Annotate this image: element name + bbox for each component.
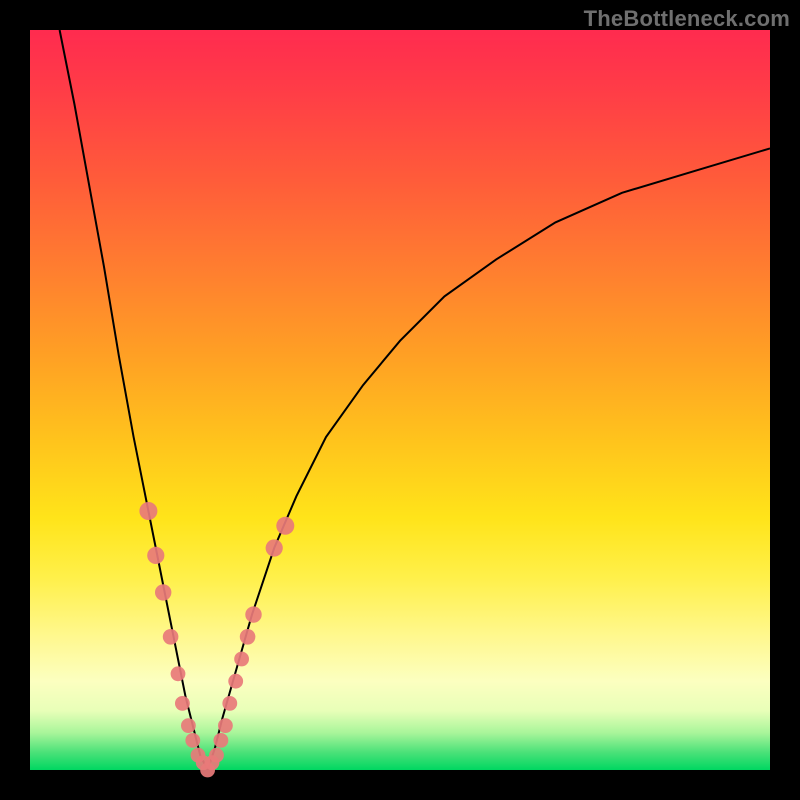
data-bead: [171, 666, 186, 681]
data-bead: [181, 718, 196, 733]
plot-area: [30, 30, 770, 770]
data-bead: [228, 674, 243, 689]
bottleneck-curve: [30, 30, 770, 770]
data-bead: [175, 696, 190, 711]
data-bead: [209, 748, 224, 763]
data-bead: [276, 517, 294, 535]
data-bead: [214, 733, 229, 748]
data-bead: [245, 606, 261, 622]
data-bead: [185, 733, 200, 748]
data-bead: [147, 547, 164, 564]
data-beads: [139, 502, 294, 777]
watermark-text: TheBottleneck.com: [584, 6, 790, 32]
data-bead: [266, 539, 283, 556]
data-bead: [218, 718, 233, 733]
data-bead: [139, 502, 157, 520]
data-bead: [234, 652, 249, 667]
curve-left-branch: [60, 30, 208, 770]
data-bead: [163, 629, 179, 645]
data-bead: [222, 696, 237, 711]
data-bead: [155, 584, 171, 600]
curve-right-branch: [208, 148, 770, 770]
chart-canvas: TheBottleneck.com: [0, 0, 800, 800]
data-bead: [240, 629, 256, 645]
